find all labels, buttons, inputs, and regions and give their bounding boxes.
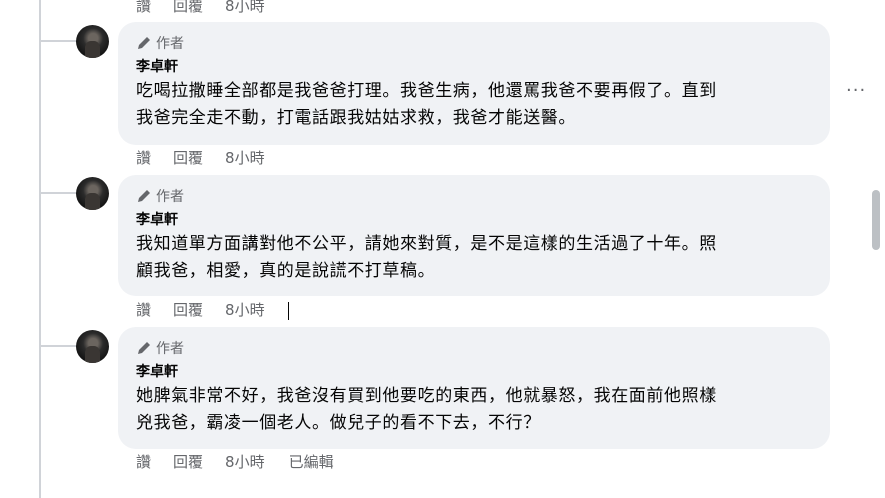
like-button[interactable]: 讚 [136,452,151,472]
comment-bubble: 作者 李卓軒 她脾氣非常不好，我爸沒有買到他要吃的東西，他就暴怒，我在面前他照樣… [118,327,830,449]
edited-label[interactable]: 已編輯 [289,452,334,472]
comment-actions: 讚 回覆 8小時 [136,300,335,320]
comment-time[interactable]: 8小時 [225,0,265,16]
pencil-icon [138,342,150,354]
comment-line: 我知道單方面講對他不公平，請她來對質，是不是這樣的生活過了十年。照 [136,234,717,254]
comment-bubble: 作者 李卓軒 我知道單方面講對他不公平，請她來對質，是不是這樣的生活過了十年。照… [118,175,830,296]
author-badge: 作者 [136,337,812,359]
like-button[interactable]: 讚 [136,300,151,320]
author-badge-label: 作者 [156,341,184,357]
pencil-icon [138,37,150,49]
comment-line: 我爸完全走不動，打電話跟我姑姑求救，我爸才能送醫。 [136,108,576,128]
author-badge-label: 作者 [156,189,184,205]
reply-button[interactable]: 回覆 [173,452,203,472]
previous-comment-actions: 讚 回覆 8小時 [136,0,289,16]
reply-button[interactable]: 回覆 [173,148,203,168]
author-badge-label: 作者 [156,36,184,52]
comment-time[interactable]: 8小時 [225,452,265,472]
more-options-icon[interactable]: ··· [846,80,866,101]
comment-time[interactable]: 8小時 [225,300,311,320]
comment-text: 吃喝拉撒睡全部都是我爸爸打理。我爸生病，他還罵我爸不要再假了。直到 我爸完全走不… [136,78,812,132]
commenter-name[interactable]: 李卓軒 [136,56,812,78]
thread-line [39,0,41,498]
avatar[interactable] [76,25,109,58]
thread-branch [41,331,79,347]
avatar[interactable] [76,330,109,363]
thread-branch [41,26,79,42]
comment-actions: 讚 回覆 8小時 已編輯 [136,452,356,472]
reply-button[interactable]: 回覆 [173,300,203,320]
comment-time-label[interactable]: 8小時 [225,301,265,319]
comment-actions: 讚 回覆 8小時 [136,148,289,168]
commenter-name[interactable]: 李卓軒 [136,361,812,383]
comment-line: 顧我爸，相愛，真的是說謊不打草稿。 [136,261,436,281]
pencil-icon [138,190,150,202]
scrollbar[interactable] [872,190,880,250]
author-badge: 作者 [136,32,812,54]
author-badge: 作者 [136,185,812,207]
comment-bubble: 作者 李卓軒 吃喝拉撒睡全部都是我爸爸打理。我爸生病，他還罵我爸不要再假了。直到… [118,22,830,145]
text-cursor [287,301,289,320]
like-button[interactable]: 讚 [136,148,151,168]
avatar[interactable] [76,177,109,210]
comment-line: 吃喝拉撒睡全部都是我爸爸打理。我爸生病，他還罵我爸不要再假了。直到 [136,81,717,101]
commenter-name[interactable]: 李卓軒 [136,209,812,231]
reply-button[interactable]: 回覆 [173,0,203,16]
comment-text: 她脾氣非常不好，我爸沒有買到他要吃的東西，他就暴怒，我在面前他照樣 兇我爸，霸凌… [136,383,812,437]
comment-text: 我知道單方面講對他不公平，請她來對質，是不是這樣的生活過了十年。照 顧我爸，相愛… [136,231,812,285]
like-button[interactable]: 讚 [136,0,151,16]
comment-time[interactable]: 8小時 [225,148,265,168]
thread-branch [41,178,79,194]
comment-line: 她脾氣非常不好，我爸沒有買到他要吃的東西，他就暴怒，我在面前他照樣 [136,386,717,406]
comment-line: 兇我爸，霸凌一個老人。做兒子的看不下去，不行？ [136,413,541,433]
